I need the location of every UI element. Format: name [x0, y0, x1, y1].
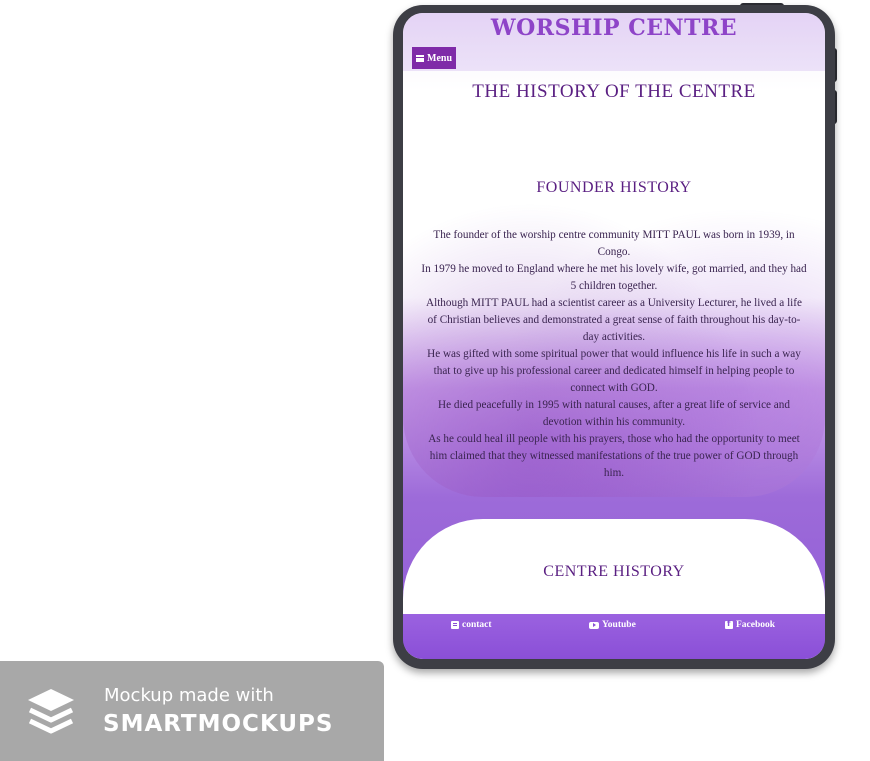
founder-paragraph: Although MITT PAUL had a scientist caree…	[426, 297, 802, 343]
centre-history-title: CENTRE HISTORY	[543, 563, 685, 580]
founder-history-text: The founder of the worship centre commun…	[421, 227, 807, 482]
menu-button[interactable]: Menu	[412, 47, 456, 69]
hamburger-icon	[416, 54, 424, 62]
footer-facebook-label: Facebook	[736, 620, 776, 630]
layers-icon	[28, 689, 74, 734]
site-title[interactable]: WORSHIP CENTRE	[403, 15, 825, 41]
founder-paragraph: The founder of the worship centre commun…	[433, 229, 795, 258]
founder-paragraph: In 1979 he moved to England where he met…	[421, 263, 807, 292]
footer-youtube-link[interactable]: Youtube	[589, 620, 636, 630]
contact-card-icon	[451, 621, 459, 629]
site-footer: contact Youtube Facebook	[403, 614, 825, 659]
page-title: THE HISTORY OF THE CENTRE	[472, 81, 756, 102]
youtube-icon	[589, 621, 599, 629]
tablet-screen: WORSHIP CENTRE Menu THE HISTORY OF THE C…	[403, 13, 825, 659]
footer-facebook-link[interactable]: Facebook	[725, 619, 776, 630]
facebook-icon	[725, 619, 733, 629]
footer-contact-label: contact	[462, 620, 492, 630]
founder-paragraph: He was gifted with some spiritual power …	[427, 348, 801, 394]
founder-history-title: FOUNDER HISTORY	[536, 179, 692, 196]
watermark-line1: Mockup made with	[104, 685, 274, 706]
site-header: WORSHIP CENTRE Menu	[403, 13, 825, 71]
founder-paragraph: He died peacefully in 1995 with natural …	[438, 399, 790, 428]
watermark-brand: SMARTMOCKUPS	[103, 711, 334, 737]
smartmockups-watermark: Mockup made with SMARTMOCKUPS	[0, 661, 384, 761]
footer-contact-link[interactable]: contact	[451, 620, 492, 630]
founder-paragraph: As he could heal ill people with his pra…	[428, 433, 800, 479]
footer-youtube-label: Youtube	[602, 620, 636, 630]
menu-label: Menu	[427, 52, 452, 64]
